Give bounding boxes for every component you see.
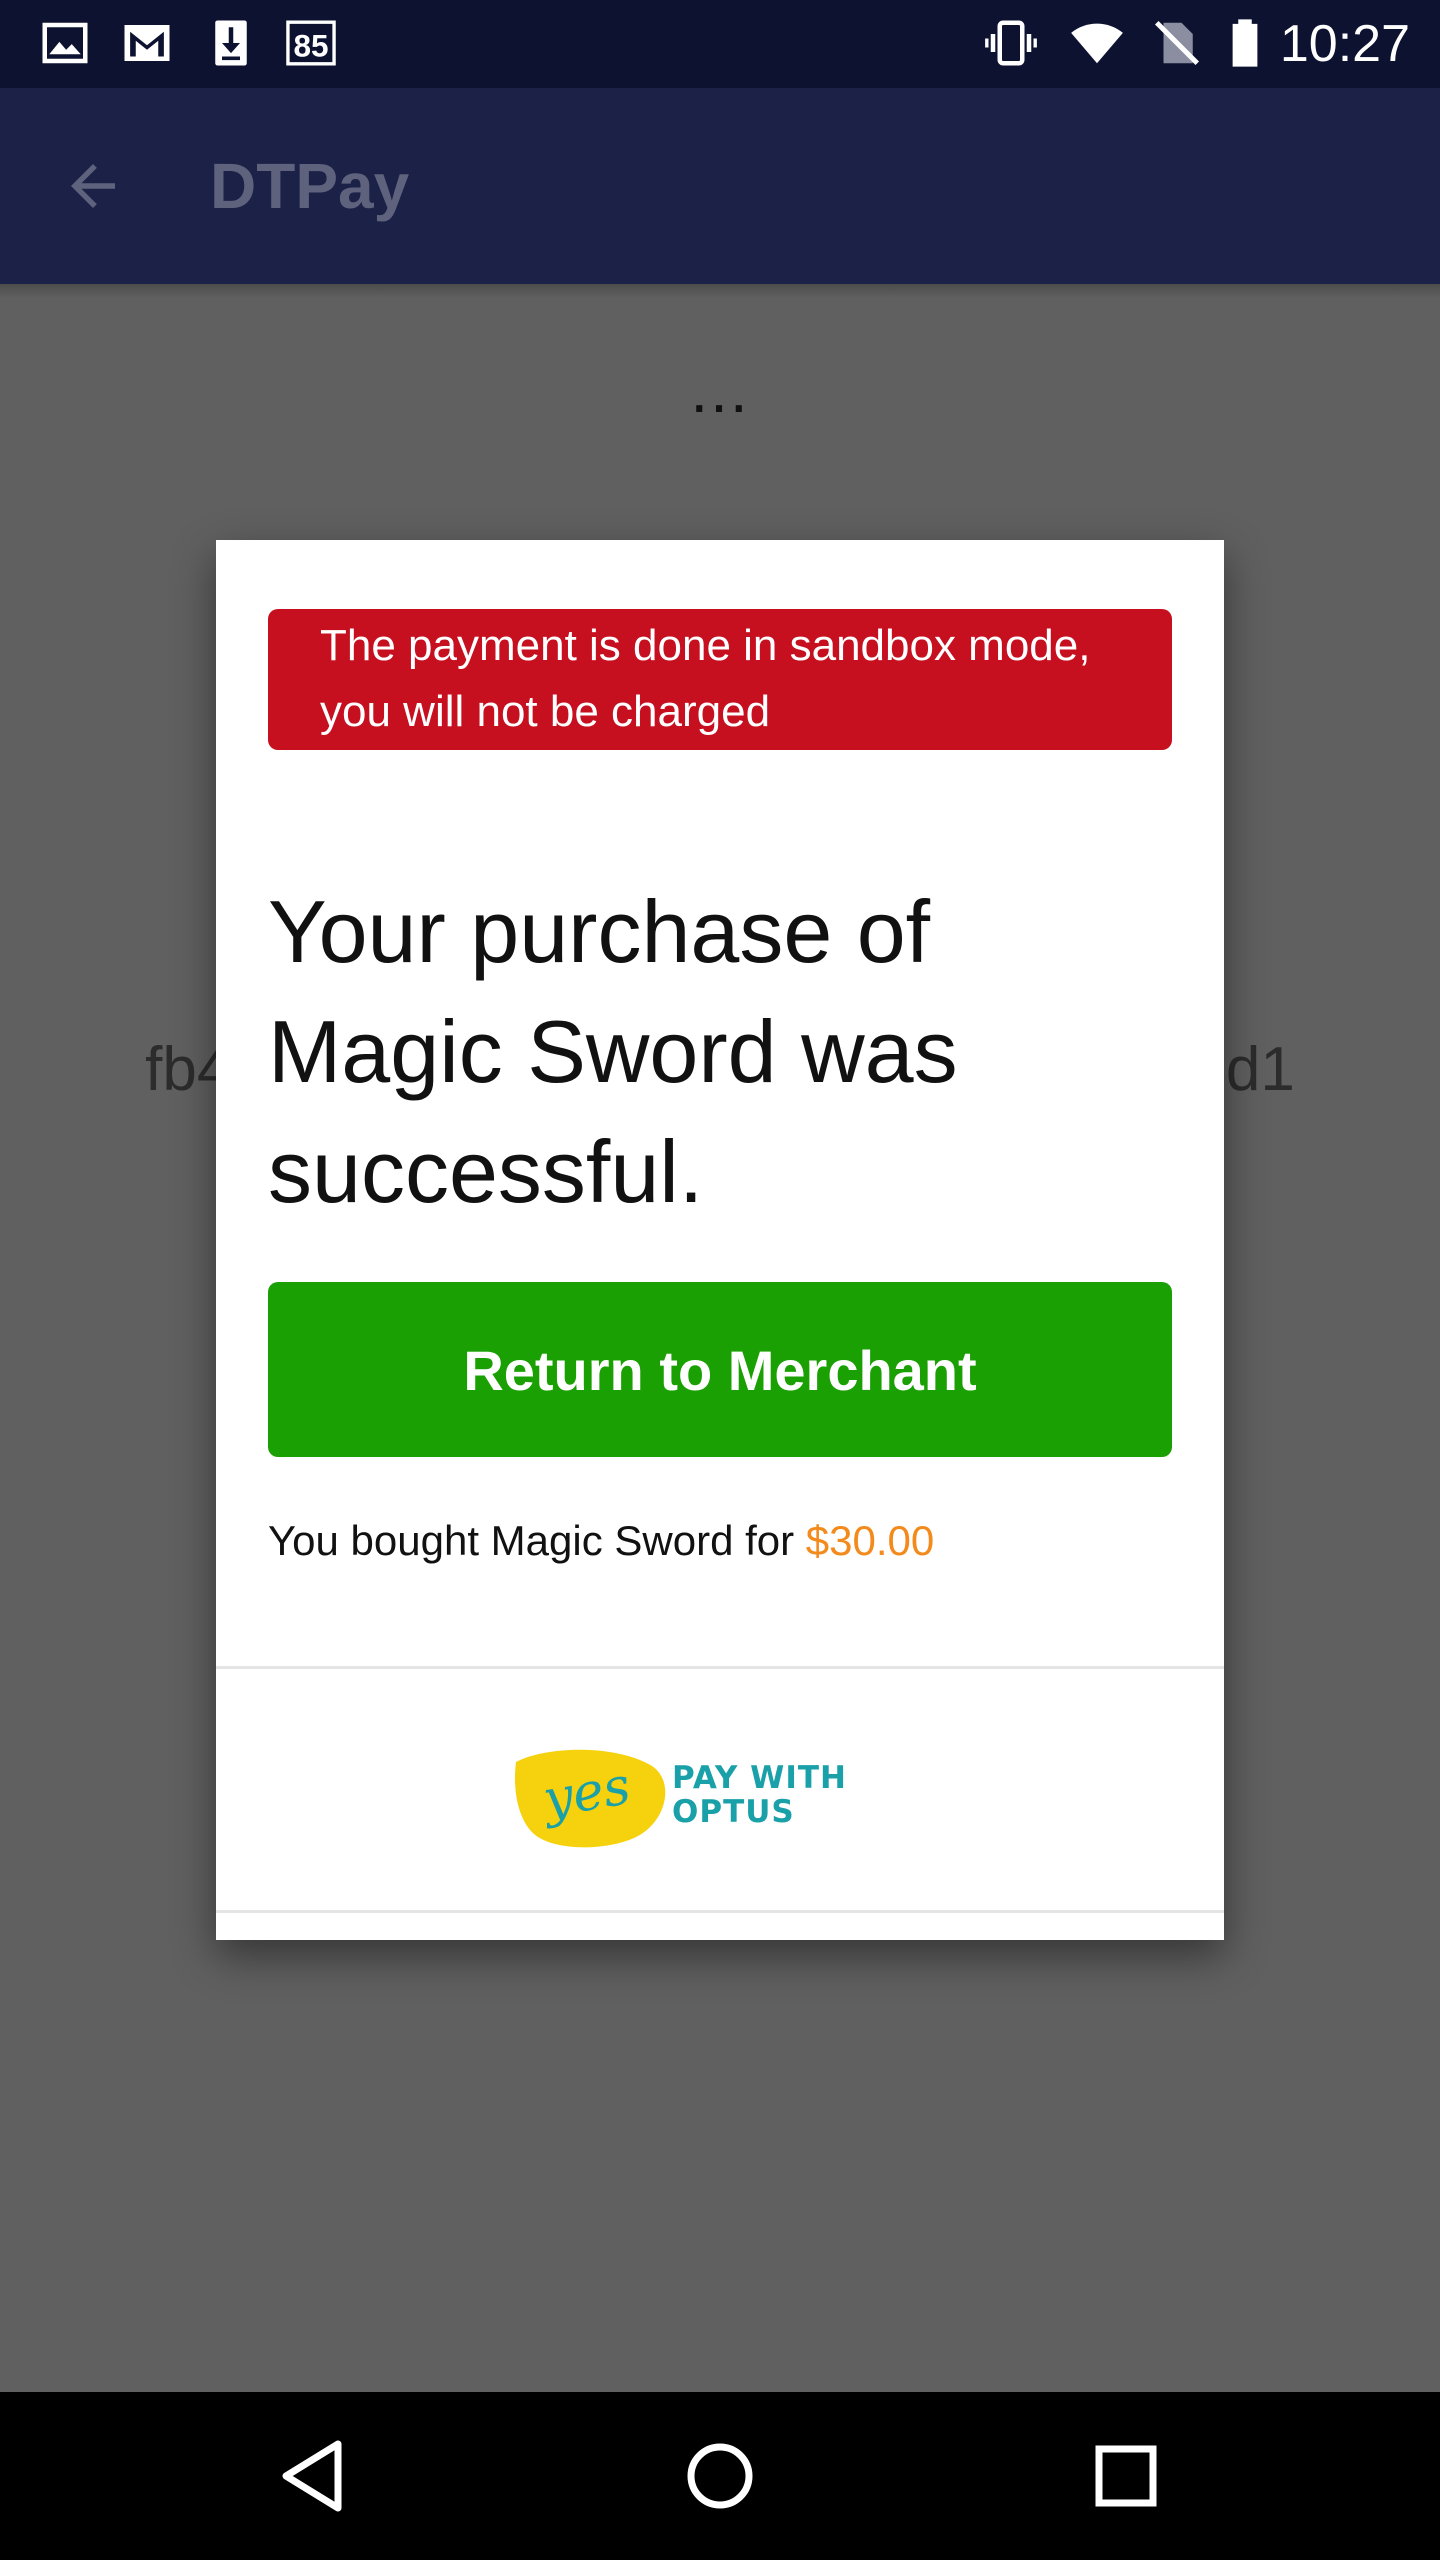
gallery-icon xyxy=(42,22,88,64)
logo-line1: PAY WITH xyxy=(672,1760,847,1796)
divider xyxy=(216,1910,1224,1913)
purchase-summary: You bought Magic Sword for $30.00 xyxy=(268,1508,934,1574)
status-bar: 85 10:27 xyxy=(0,0,1440,88)
divider xyxy=(216,1666,1224,1669)
summary-text: You bought Magic Sword for xyxy=(268,1517,806,1564)
nav-home-icon[interactable] xyxy=(680,2436,760,2516)
pay-with-optus-logo: yes PAY WITH OPTUS xyxy=(514,1749,847,1848)
gmail-icon xyxy=(124,25,170,61)
wifi-icon xyxy=(1071,23,1123,64)
app-title: DTPay xyxy=(210,150,410,222)
screen: 85 10:27 DTPay ... fb4 4d1 The payment i… xyxy=(0,0,1440,2560)
badge-85-icon: 85 xyxy=(286,20,336,66)
notification-count: 85 xyxy=(293,28,328,64)
purchase-headline: Your purchase of Magic Sword was success… xyxy=(268,882,958,1221)
logo-line2: OPTUS xyxy=(672,1794,795,1830)
return-to-merchant-button[interactable]: Return to Merchant xyxy=(268,1282,1172,1457)
purchase-success-dialog: The payment is done in sandbox mode, you… xyxy=(216,540,1224,1940)
nav-recents-icon[interactable] xyxy=(1086,2436,1166,2516)
system-nav-bar xyxy=(0,2392,1440,2560)
battery-icon xyxy=(1232,19,1258,67)
purchase-price: $30.00 xyxy=(805,1517,935,1564)
download-icon xyxy=(215,20,247,66)
no-sim-icon xyxy=(1154,20,1200,66)
loading-dots: ... xyxy=(690,354,750,426)
arrow-back-icon[interactable] xyxy=(60,153,126,219)
sandbox-notice-banner: The payment is done in sandbox mode, you… xyxy=(268,609,1172,750)
app-bar: DTPay xyxy=(0,88,1440,284)
app-bar-shadow xyxy=(0,284,1440,298)
nav-back-icon[interactable] xyxy=(276,2436,356,2516)
vibrate-icon xyxy=(985,20,1037,66)
status-time: 10:27 xyxy=(1279,15,1410,73)
